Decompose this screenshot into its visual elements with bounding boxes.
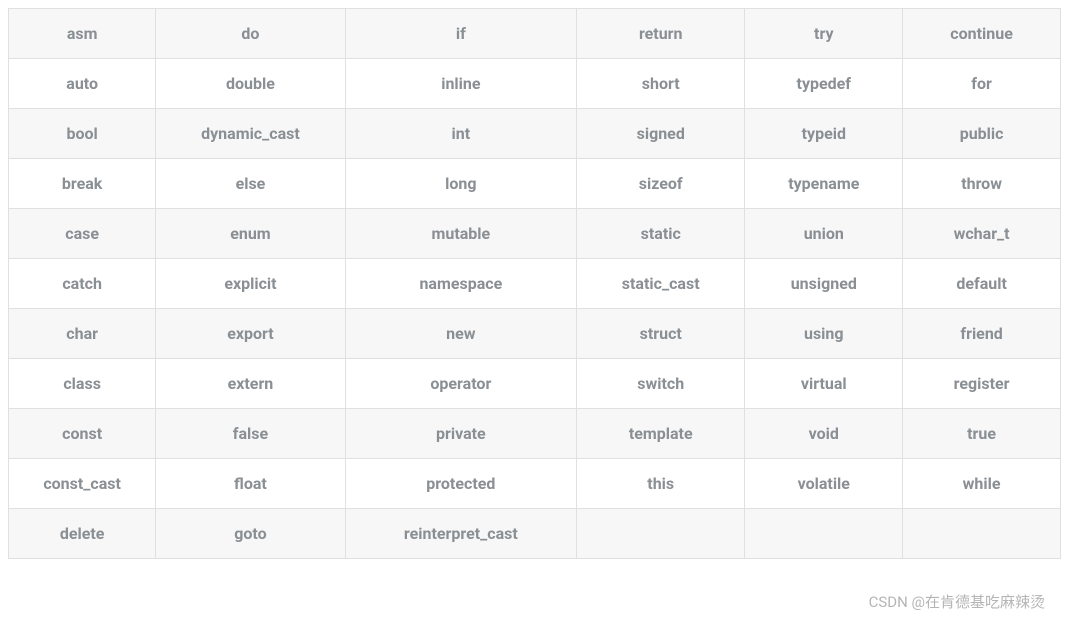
table-cell: float bbox=[156, 459, 345, 509]
table-cell: namespace bbox=[345, 259, 576, 309]
table-cell: typename bbox=[745, 159, 903, 209]
table-cell: return bbox=[577, 9, 745, 59]
table-cell: goto bbox=[156, 509, 345, 559]
table-row: char export new struct using friend bbox=[9, 309, 1061, 359]
table-cell: short bbox=[577, 59, 745, 109]
table-cell: extern bbox=[156, 359, 345, 409]
table-cell: switch bbox=[577, 359, 745, 409]
table-cell: export bbox=[156, 309, 345, 359]
table-cell: while bbox=[903, 459, 1061, 509]
table-cell: int bbox=[345, 109, 576, 159]
table-cell: auto bbox=[9, 59, 156, 109]
table-cell: try bbox=[745, 9, 903, 59]
table-cell: bool bbox=[9, 109, 156, 159]
table-cell: public bbox=[903, 109, 1061, 159]
table-cell: friend bbox=[903, 309, 1061, 359]
table-cell: const_cast bbox=[9, 459, 156, 509]
table-row: bool dynamic_cast int signed typeid publ… bbox=[9, 109, 1061, 159]
table-cell: for bbox=[903, 59, 1061, 109]
table-row: const_cast float protected this volatile… bbox=[9, 459, 1061, 509]
table-cell: virtual bbox=[745, 359, 903, 409]
table-row: class extern operator switch virtual reg… bbox=[9, 359, 1061, 409]
table-cell: typeid bbox=[745, 109, 903, 159]
table-cell: struct bbox=[577, 309, 745, 359]
table-cell: long bbox=[345, 159, 576, 209]
table-cell: asm bbox=[9, 9, 156, 59]
table-cell: default bbox=[903, 259, 1061, 309]
table-cell: char bbox=[9, 309, 156, 359]
table-cell: union bbox=[745, 209, 903, 259]
table-cell: explicit bbox=[156, 259, 345, 309]
keywords-table: asm do if return try continue auto doubl… bbox=[8, 8, 1061, 559]
table-cell: static bbox=[577, 209, 745, 259]
table-row: catch explicit namespace static_cast uns… bbox=[9, 259, 1061, 309]
table-cell: static_cast bbox=[577, 259, 745, 309]
table-row: break else long sizeof typename throw bbox=[9, 159, 1061, 209]
table-cell bbox=[903, 509, 1061, 559]
table-row: case enum mutable static union wchar_t bbox=[9, 209, 1061, 259]
table-cell: private bbox=[345, 409, 576, 459]
table-cell: sizeof bbox=[577, 159, 745, 209]
table-cell: throw bbox=[903, 159, 1061, 209]
table-cell: typedef bbox=[745, 59, 903, 109]
table-cell: delete bbox=[9, 509, 156, 559]
table-row: asm do if return try continue bbox=[9, 9, 1061, 59]
table-cell: new bbox=[345, 309, 576, 359]
table-cell: double bbox=[156, 59, 345, 109]
table-cell: false bbox=[156, 409, 345, 459]
table-cell: else bbox=[156, 159, 345, 209]
table-cell: enum bbox=[156, 209, 345, 259]
table-cell: signed bbox=[577, 109, 745, 159]
table-cell: reinterpret_cast bbox=[345, 509, 576, 559]
table-cell: dynamic_cast bbox=[156, 109, 345, 159]
table-row: const false private template void true bbox=[9, 409, 1061, 459]
table-cell bbox=[745, 509, 903, 559]
table-cell: const bbox=[9, 409, 156, 459]
table-cell: protected bbox=[345, 459, 576, 509]
table-cell: this bbox=[577, 459, 745, 509]
table-row: delete goto reinterpret_cast bbox=[9, 509, 1061, 559]
table-cell: case bbox=[9, 209, 156, 259]
table-cell: volatile bbox=[745, 459, 903, 509]
table-cell: break bbox=[9, 159, 156, 209]
watermark-text: CSDN @在肯德基吃麻辣烫 bbox=[869, 591, 1045, 612]
table-cell: class bbox=[9, 359, 156, 409]
table-cell bbox=[577, 509, 745, 559]
table-cell: inline bbox=[345, 59, 576, 109]
table-cell: template bbox=[577, 409, 745, 459]
table-cell: operator bbox=[345, 359, 576, 409]
table-row: auto double inline short typedef for bbox=[9, 59, 1061, 109]
table-cell: wchar_t bbox=[903, 209, 1061, 259]
table-cell: catch bbox=[9, 259, 156, 309]
table-cell: unsigned bbox=[745, 259, 903, 309]
table-cell: register bbox=[903, 359, 1061, 409]
table-cell: void bbox=[745, 409, 903, 459]
table-cell: continue bbox=[903, 9, 1061, 59]
table-cell: do bbox=[156, 9, 345, 59]
table-cell: mutable bbox=[345, 209, 576, 259]
table-cell: if bbox=[345, 9, 576, 59]
table-cell: using bbox=[745, 309, 903, 359]
table-cell: true bbox=[903, 409, 1061, 459]
